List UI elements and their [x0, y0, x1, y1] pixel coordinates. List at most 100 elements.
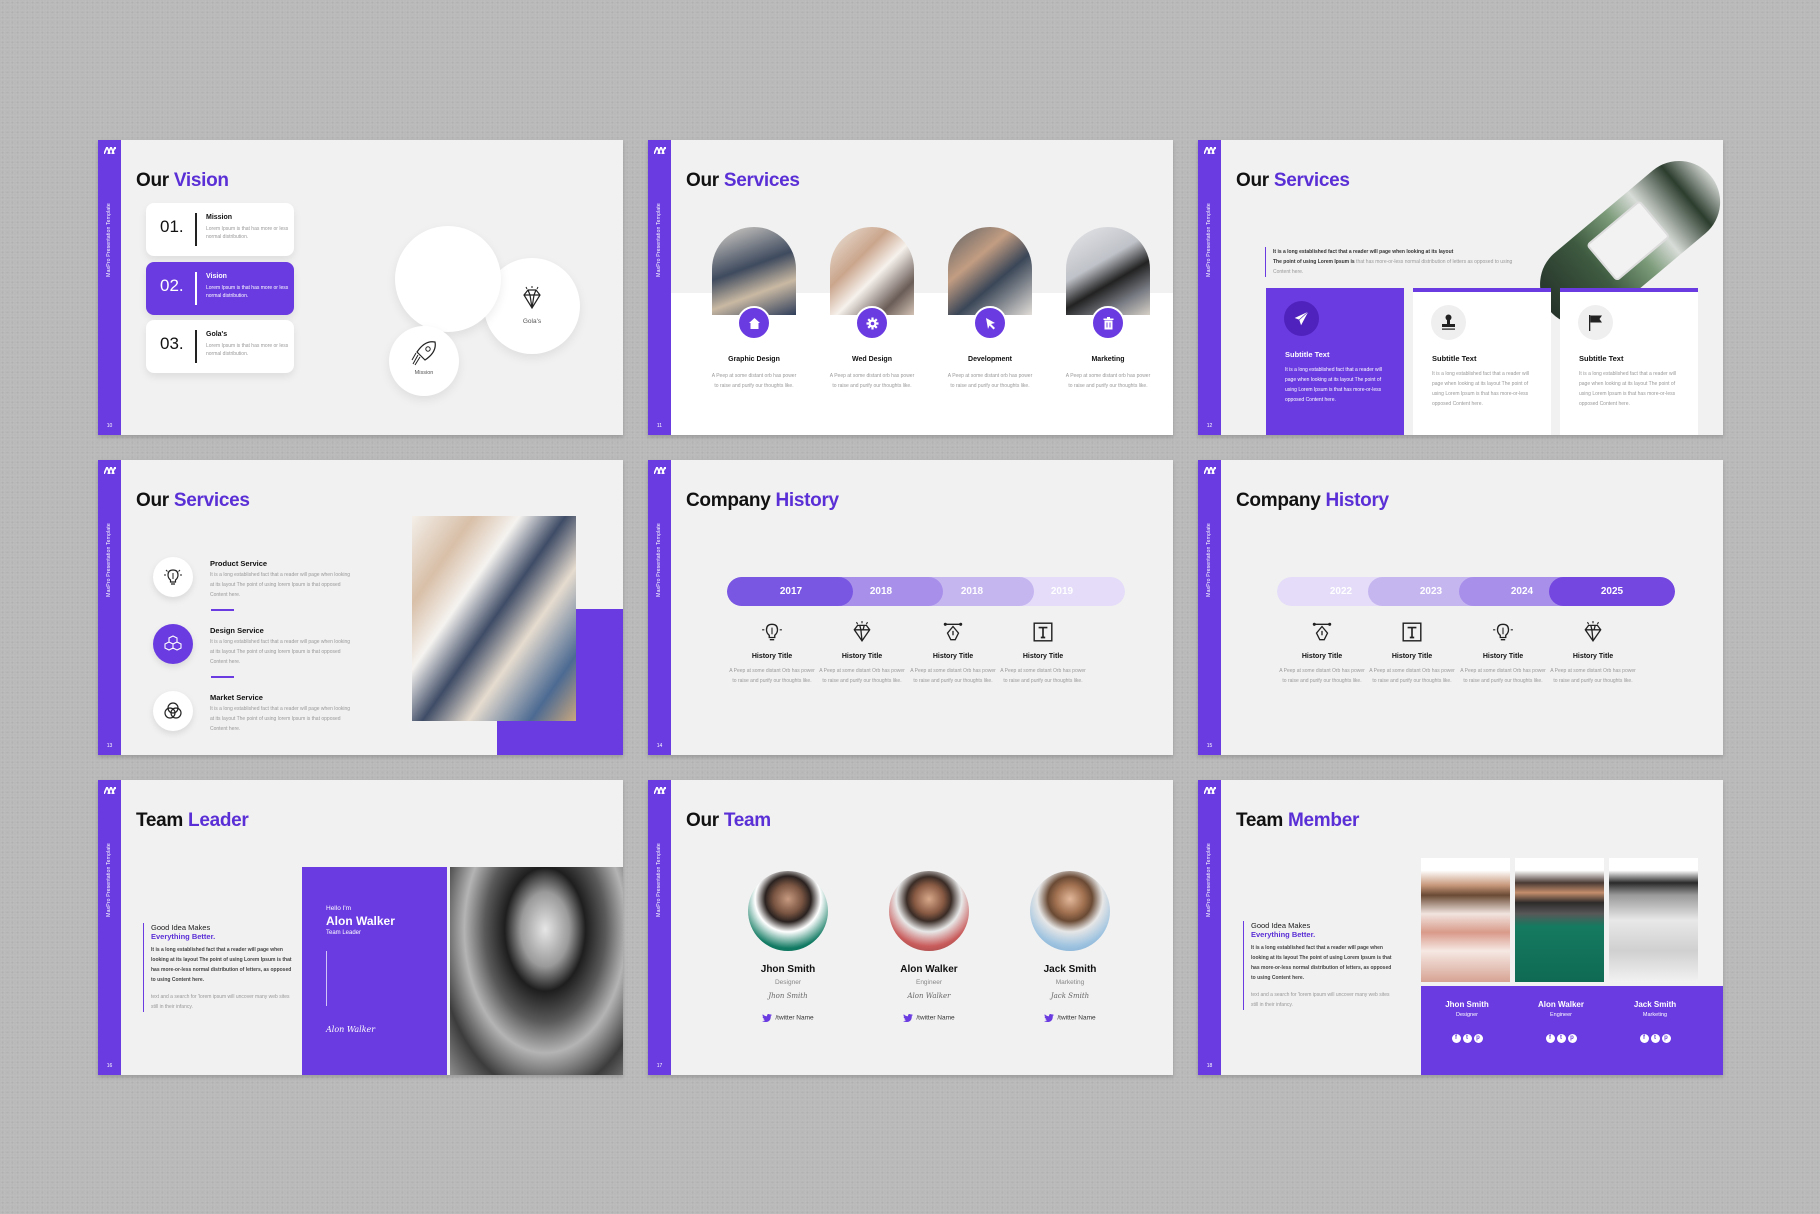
quote-block: Good Idea Makes Everything Better. It is…	[1243, 921, 1393, 1010]
gear-icon-button[interactable]	[855, 306, 889, 340]
vision-card-vision[interactable]: 02. Vision Lorem Ipsum is that has more …	[146, 262, 294, 315]
service-desc: A Peep at some distant orb has power to …	[947, 373, 1033, 389]
man-with-laptop-photo	[1066, 227, 1150, 315]
subtitle-card[interactable]: Subtitle Text It is a long established f…	[1413, 288, 1551, 435]
timeline-year[interactable]: 2022	[1311, 577, 1371, 606]
member-avatar	[889, 871, 969, 951]
divider	[195, 330, 197, 363]
history-desc: A Peep at some distant Orb has power to …	[819, 668, 905, 684]
circle-mission[interactable]: Mission	[389, 326, 459, 396]
title-prefix: Team	[1236, 810, 1284, 831]
twitter-icon[interactable]: t	[1462, 1034, 1472, 1043]
home-icon-button[interactable]	[737, 306, 771, 340]
slide-team-member[interactable]: MaxPro Presentation Template 18 Team Mem…	[1198, 780, 1723, 1075]
twitter-icon[interactable]: t	[1650, 1034, 1660, 1043]
leader-name: Alon Walker	[326, 914, 395, 928]
twitter-link[interactable]: /twitter Name	[864, 1014, 994, 1022]
member-role: Marketing	[1642, 1012, 1668, 1018]
member-signature: Jack Smith	[1050, 992, 1090, 1000]
slide-sidebar: MaxPro Presentation Template 16	[98, 780, 121, 1075]
history-desc: A Peep at some distant Orb has power to …	[1550, 668, 1636, 684]
cursor-icon-button[interactable]	[973, 306, 1007, 340]
rocket-icon	[411, 341, 436, 366]
vision-card-golas[interactable]: 03. Gola's Lorem Ipsum is that has more …	[146, 320, 294, 373]
twitter-link[interactable]: /twitter Name	[1005, 1014, 1135, 1022]
slide-sidebar: MaxPro Presentation Template 18	[1198, 780, 1221, 1075]
card-number: 01.	[160, 217, 184, 236]
twitter-icon	[1044, 1014, 1055, 1022]
quote-note: text and a search for 'lorem ipsum will …	[1251, 992, 1390, 1008]
social-links: ftp	[1417, 1026, 1517, 1044]
title-prefix: Our	[686, 810, 719, 831]
slide-sidebar: MaxPro Presentation Template 15	[1198, 460, 1221, 755]
service-desc: It is a long established fact that a rea…	[210, 639, 351, 665]
circle-label: Mission	[414, 370, 434, 376]
slide-our-vision[interactable]: MaxPro Presentation Template 10 Our Visi…	[98, 140, 623, 435]
service-heading: Design Service	[210, 626, 264, 635]
title-accent: Vision	[173, 170, 229, 191]
twitter-handle: /twitter Name	[1057, 1014, 1096, 1022]
pinterest-icon[interactable]: p	[1567, 1034, 1577, 1043]
facebook-icon[interactable]: f	[1451, 1034, 1461, 1043]
timeline-year[interactable]: 2017	[761, 577, 821, 606]
pinterest-icon[interactable]: p	[1661, 1034, 1671, 1043]
history-desc: A Peep at some distant Orb has power to …	[1369, 668, 1455, 684]
member-signature: Alon Walker	[907, 992, 951, 1000]
timeline-year[interactable]: 2023	[1401, 577, 1461, 606]
timeline-bar: 2022 2023 2024 2025	[1277, 577, 1675, 606]
eye-gear-icon	[423, 255, 473, 279]
slide-company-history-1[interactable]: MaxPro Presentation Template 14 Company …	[648, 460, 1173, 755]
leader-role: Team Leader	[326, 930, 362, 936]
slide-our-services-3[interactable]: MaxPro Presentation Template 13 Our Serv…	[98, 460, 623, 755]
slide-our-services-1[interactable]: MaxPro Presentation Template 11 Our Serv…	[648, 140, 1173, 435]
title-prefix: Our	[686, 170, 719, 191]
diamond-icon	[1584, 621, 1602, 642]
page-number: 12	[1206, 423, 1213, 429]
member-photo	[1609, 858, 1698, 982]
trash-icon-button[interactable]	[1091, 306, 1125, 340]
slide-title: Company History	[686, 490, 839, 512]
timeline-year[interactable]: 2019	[1032, 577, 1092, 606]
slide-team-leader[interactable]: MaxPro Presentation Template 16 Team Lea…	[98, 780, 623, 1075]
stamp-icon	[1442, 314, 1455, 330]
member-signature: Jhon Smith	[768, 992, 808, 1000]
twitter-icon[interactable]: t	[1556, 1034, 1566, 1043]
timeline-year[interactable]: 2018	[942, 577, 1002, 606]
service-heading: Wed Design	[852, 356, 892, 363]
timeline-year[interactable]: 2018	[851, 577, 911, 606]
circle-vision[interactable]: Vision	[395, 226, 501, 332]
quote-body: It is a long established fact that a rea…	[151, 947, 292, 983]
subtitle-card[interactable]: Subtitle Text It is a long established f…	[1560, 288, 1698, 435]
member-role: Marketing	[1055, 979, 1085, 986]
intro-bold-2: The point of using Lorem Ipsum is	[1273, 259, 1355, 265]
card-desc: It is a long established fact that a rea…	[1432, 371, 1529, 407]
twitter-link[interactable]: /twitter Name	[723, 1014, 853, 1022]
timeline-year[interactable]: 2024	[1492, 577, 1552, 606]
service-desc: A Peep at some distant orb has power to …	[711, 373, 797, 389]
home-icon	[749, 318, 760, 329]
member-role: Engineer	[1549, 1012, 1573, 1018]
card-number: 02.	[160, 276, 184, 295]
pinterest-icon[interactable]: p	[1473, 1034, 1483, 1043]
slide-our-team[interactable]: MaxPro Presentation Template 17 Our Team…	[648, 780, 1173, 1075]
slide-our-services-2[interactable]: MaxPro Presentation Template 12 Our Serv…	[1198, 140, 1723, 435]
coworkers-at-laptops-photo	[412, 516, 576, 721]
slide-company-history-2[interactable]: MaxPro Presentation Template 15 Company …	[1198, 460, 1723, 755]
member-photo	[1515, 858, 1604, 982]
intro-text: It is a long established fact that a rea…	[1265, 247, 1525, 277]
template-label: MaxPro Presentation Template	[106, 523, 112, 597]
service-heading: Product Service	[210, 559, 268, 568]
template-label: MaxPro Presentation Template	[656, 203, 662, 277]
subtitle-card[interactable]: Subtitle Text It is a long established f…	[1266, 288, 1404, 435]
template-label: MaxPro Presentation Template	[1206, 203, 1212, 277]
card-desc: Lorem Ipsum is that has more or less nor…	[206, 343, 289, 357]
leader-divider	[326, 951, 327, 1006]
timeline-year[interactable]: 2025	[1582, 577, 1642, 606]
vision-card-mission[interactable]: 01. Mission Lorem Ipsum is that has more…	[146, 203, 294, 256]
title-accent: Services	[1273, 170, 1350, 191]
history-desc: A Peep at some distant Orb has power to …	[1000, 668, 1086, 684]
facebook-icon[interactable]: f	[1639, 1034, 1649, 1043]
facebook-icon[interactable]: f	[1545, 1034, 1555, 1043]
service-icon-circle	[153, 624, 193, 664]
circle-label: Gola's	[522, 318, 542, 325]
